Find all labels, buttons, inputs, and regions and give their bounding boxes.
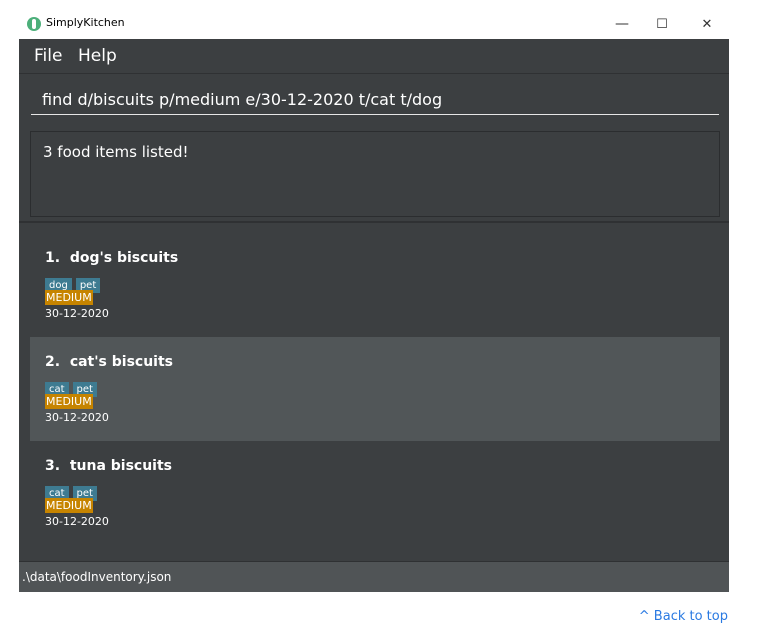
food-card-title: 1. dog's biscuits (45, 250, 178, 266)
expiry-date: 30-12-2020 (45, 515, 109, 528)
food-card[interactable]: 1. dog's biscuits dog pet MEDIUM 30-12-20… (30, 233, 720, 337)
app-logo-icon (27, 17, 41, 31)
food-name: cat's biscuits (69, 354, 173, 370)
food-index: 3. (45, 458, 61, 474)
result-message: 3 food items listed! (43, 143, 189, 161)
expiry-date: 30-12-2020 (45, 307, 109, 320)
menu-bar: File Help (19, 39, 729, 74)
command-input[interactable] (31, 85, 719, 115)
storage-path: .\data\foodInventory.json (22, 570, 172, 584)
food-list-panel: 1. dog's biscuits dog pet MEDIUM 30-12-20… (30, 233, 720, 545)
result-display: 3 food items listed! (30, 131, 720, 217)
window-title: SimplyKitchen (46, 16, 125, 29)
tag-list: cat pet (45, 481, 101, 501)
command-area (19, 74, 729, 124)
food-index: 2. (45, 354, 61, 370)
status-bar: .\data\foodInventory.json (19, 561, 729, 592)
priority-badge: MEDIUM (45, 290, 93, 305)
food-name: tuna biscuits (69, 458, 173, 474)
priority-badge: MEDIUM (45, 394, 93, 409)
title-bar: SimplyKitchen — ☐ ✕ (19, 9, 729, 39)
expiry-date: 30-12-2020 (45, 411, 109, 424)
food-card-title: 2. cat's biscuits (45, 354, 173, 370)
food-name: dog's biscuits (69, 250, 179, 266)
maximize-button[interactable]: ☐ (639, 9, 685, 39)
menu-file[interactable]: File (34, 46, 62, 66)
app-window: SimplyKitchen — ☐ ✕ File Help 3 food ite… (19, 9, 729, 592)
food-card[interactable]: 3. tuna biscuits cat pet MEDIUM 30-12-202… (30, 441, 720, 545)
food-card-title: 3. tuna biscuits (45, 458, 172, 474)
food-index: 1. (45, 250, 61, 266)
close-button[interactable]: ✕ (684, 9, 729, 39)
divider (19, 221, 729, 223)
food-card-selected[interactable]: 2. cat's biscuits cat pet MEDIUM 30-12-20… (30, 337, 720, 441)
priority-badge: MEDIUM (45, 498, 93, 513)
tag-list: dog pet (45, 273, 104, 293)
tag-list: cat pet (45, 377, 101, 397)
menu-help[interactable]: Help (78, 46, 117, 66)
